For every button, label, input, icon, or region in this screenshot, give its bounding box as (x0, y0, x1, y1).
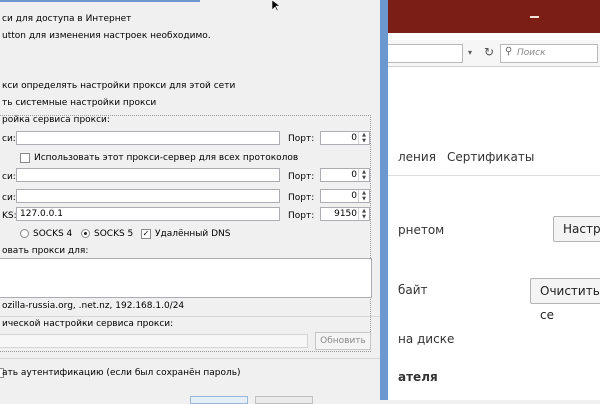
tab-certificates[interactable]: Сертификаты (447, 150, 534, 164)
socks-host-input[interactable]: 127.0.0.1 (16, 207, 280, 221)
configure-button[interactable]: Настро (553, 216, 600, 242)
ssl-port-input[interactable]: 0 ▲ ▼ (320, 168, 370, 182)
socks5-radio[interactable] (81, 229, 90, 238)
http-port-value: 0 (351, 133, 357, 143)
auto-config-option[interactable]: ической настройки сервиса прокси: (2, 319, 173, 329)
no-auth-prompt-label: ать аутентификацию (если был сохранён па… (2, 368, 241, 378)
clear-cache-button[interactable]: Очистить се (530, 278, 600, 322)
socks-port-input[interactable]: 9150 ▲ ▼ (320, 207, 370, 221)
auto-config-url-input (0, 334, 308, 348)
ssl-proxy-label: си: (2, 172, 16, 182)
ssl-proxy-input[interactable] (16, 168, 280, 182)
http-proxy-input[interactable] (16, 131, 280, 145)
background-browser-window: ▾ ↻ ⚲ Поиск ления Сертификаты рнетом Нас… (380, 0, 600, 400)
search-placeholder: Поиск (517, 48, 546, 58)
ssl-port-value: 0 (351, 170, 357, 180)
socks-port-value: 9150 (334, 209, 357, 219)
spinner-icon[interactable]: ▲ ▼ (358, 169, 369, 181)
reload-icon[interactable]: ↻ (484, 42, 498, 62)
section-heading: ателя (398, 370, 438, 384)
ssl-port-label: Порт: (288, 172, 315, 182)
tab-network[interactable]: ления (398, 150, 436, 164)
use-for-all-label: Использовать этот прокси-сервер для всех… (34, 153, 299, 163)
auto-detect-option[interactable]: кси определять настройки прокси для этой… (2, 81, 235, 91)
spinner-icon[interactable]: ▲ ▼ (358, 132, 369, 144)
disk-label: на диске (398, 332, 455, 346)
no-proxy-textarea[interactable] (0, 258, 372, 298)
socks4-radio[interactable] (20, 229, 29, 238)
navigation-bar: ▾ ↻ ⚲ Поиск (380, 40, 600, 67)
remote-dns-label: Удалённый DNS (155, 229, 231, 239)
dialog-heading: си для доступа в Интернет (2, 14, 132, 24)
spinner-icon[interactable]: ▲ ▼ (358, 190, 369, 202)
divider (0, 316, 380, 317)
connection-settings-dialog: си для доступа в Интернет utton для изме… (0, 0, 388, 404)
url-dropdown-icon[interactable]: ▾ (468, 44, 480, 62)
http-proxy-label: си: (2, 134, 16, 144)
ok-button[interactable] (190, 396, 248, 404)
no-proxy-example: ozilla-russia.org, .net.nz, 192.168.1.0/… (2, 301, 185, 311)
ftp-port-label: Порт: (288, 193, 315, 203)
socks-port-label: Порт: (288, 211, 315, 221)
refresh-button: Обновить (315, 332, 371, 350)
use-for-all-checkbox[interactable] (20, 153, 30, 163)
socks4-label: SOCKS 4 (33, 229, 73, 239)
ftp-port-value: 0 (351, 191, 357, 201)
remote-dns-checkbox[interactable]: ✓ (141, 229, 151, 239)
http-port-input[interactable]: 0 ▲ ▼ (320, 131, 370, 145)
search-icon: ⚲ (505, 46, 513, 57)
search-input[interactable]: ⚲ Поиск (500, 44, 598, 63)
tab-divider (380, 175, 600, 176)
spinner-icon[interactable]: ▲ ▼ (358, 208, 369, 220)
socks5-label: SOCKS 5 (94, 229, 134, 239)
cache-label: байт (398, 283, 428, 297)
dialog-hint: utton для изменения настроек необходимо. (2, 31, 211, 41)
cancel-button[interactable] (255, 396, 313, 404)
browser-titlebar (380, 0, 600, 33)
divider (0, 358, 380, 359)
system-proxy-option[interactable]: ть системные настройки прокси (2, 98, 156, 108)
connection-label: рнетом (398, 223, 445, 237)
no-proxy-label: овать прокси для: (2, 246, 89, 256)
ftp-port-input[interactable]: 0 ▲ ▼ (320, 189, 370, 203)
socks-host-label: KS: (2, 211, 17, 221)
http-port-label: Порт: (288, 134, 315, 144)
dialog-titlebar (0, 0, 200, 2)
url-bar[interactable] (380, 44, 463, 63)
dialog-body: си для доступа в Интернет utton для изме… (0, 0, 380, 404)
mouse-cursor-icon (272, 0, 280, 12)
ftp-proxy-input[interactable] (16, 189, 280, 203)
ftp-proxy-label: си: (2, 193, 16, 203)
minimize-icon[interactable] (530, 16, 539, 18)
